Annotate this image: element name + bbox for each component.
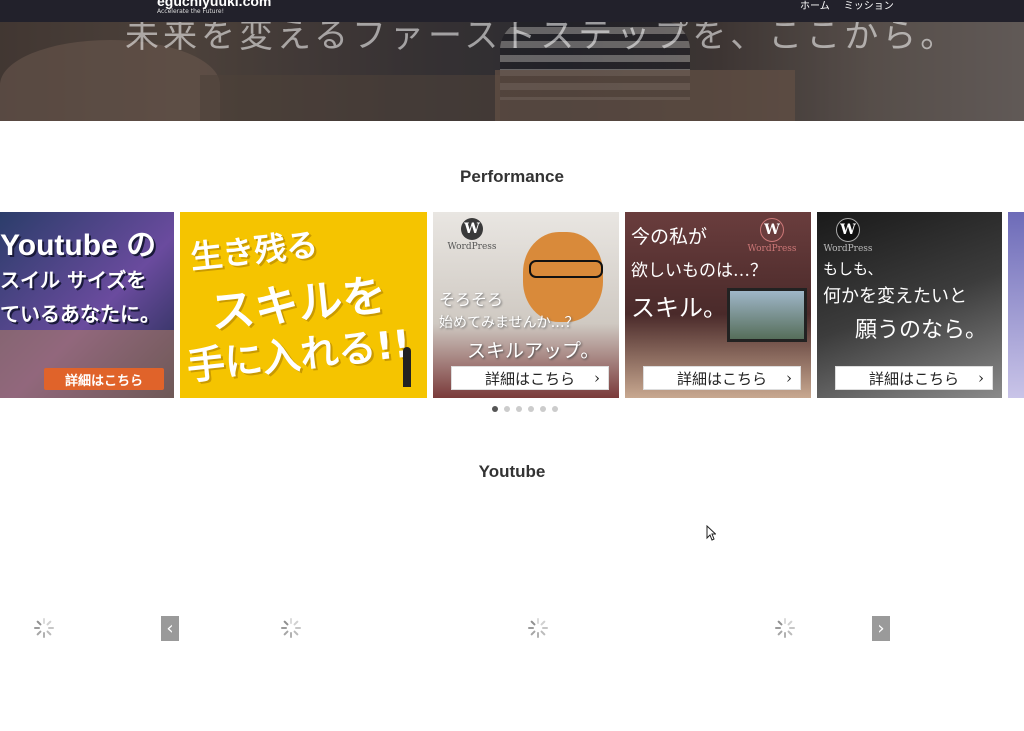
nav-link-home[interactable]: ホーム [800, 0, 830, 12]
carousel-dot[interactable] [504, 406, 510, 412]
slide-dog-line2: 始めてみませんか…？ [439, 315, 579, 331]
spinner-spoke [542, 627, 548, 629]
wordpress-icon: W [836, 218, 860, 242]
spinner-spoke [43, 632, 45, 638]
carousel-dot[interactable] [540, 406, 546, 412]
slide-wordpress-keyboard[interactable]: W WordPress もしも、 何かを変えたいと 願うのなら。 詳細はこちら › [817, 212, 1002, 398]
mouse-cursor-icon [706, 525, 716, 541]
youtube-prev-button[interactable]: ‹ [161, 616, 179, 641]
slide-youtube-cta[interactable]: 詳細はこちら [44, 368, 164, 390]
spinner-spoke [528, 627, 534, 629]
youtube-next-button[interactable]: › [872, 616, 890, 641]
spinner-spoke [784, 632, 786, 638]
spinner-spoke [290, 632, 292, 638]
slide-dog-line1: そろそろ [439, 290, 504, 309]
carousel-dot[interactable] [528, 406, 534, 412]
slide-keyboard-cta[interactable]: 詳細はこちら › [835, 366, 993, 390]
spinner-spoke [537, 618, 539, 624]
slide-laptop-line1: 今の私が [631, 226, 708, 248]
slide-dog-line3: スキルアップ。 [467, 340, 600, 362]
slide-wordpress-dog[interactable]: W WordPress そろそろ 始めてみませんか…？ スキルアップ。 詳細はこち… [433, 212, 619, 398]
spinner-spoke [787, 620, 793, 626]
spinner-spoke [293, 620, 299, 626]
spinner-spoke [290, 618, 292, 624]
spinner-spoke [295, 627, 301, 629]
spinner-spoke [530, 630, 536, 636]
spinner-spoke [36, 620, 42, 626]
loading-spinner-icon [34, 618, 54, 638]
slide-youtube-line2: スイル サイズを [0, 268, 147, 292]
spinner-spoke [34, 627, 40, 629]
spinner-spoke [784, 618, 786, 624]
wordpress-icon: W [461, 218, 483, 240]
slide-laptop-line2: 欲しいものは…？ [631, 261, 767, 281]
carousel-dot[interactable] [492, 406, 498, 412]
site-logo-tagline: Accelerate the Future! [157, 8, 225, 15]
slide-laptop-screen [727, 288, 807, 342]
nav-link-mission[interactable]: ミッション [844, 0, 894, 12]
spinner-spoke [36, 630, 42, 636]
carousel-dot[interactable] [552, 406, 558, 412]
slide-yellow-person [403, 347, 411, 387]
spinner-spoke [777, 620, 783, 626]
spinner-spoke [775, 627, 781, 629]
slide-dog-brand: W WordPress [437, 218, 507, 252]
chevron-right-icon: › [594, 369, 600, 387]
slide-youtube-line3: ているあなたに。 [0, 302, 160, 326]
loading-spinner-icon [528, 618, 548, 638]
spinner-spoke [283, 620, 289, 626]
loading-spinner-icon [281, 618, 301, 638]
spinner-spoke [540, 620, 546, 626]
slide-youtube[interactable]: Youtube の スイル サイズを ているあなたに。 詳細はこちら [0, 212, 174, 398]
spinner-spoke [281, 627, 287, 629]
wordpress-icon: W [760, 218, 784, 242]
slide-keyboard-line1: もしも、 [823, 260, 883, 278]
slide-keyboard-brand: W WordPress [817, 218, 883, 254]
top-nav: eguchiyuuki.com Accelerate the Future! ホ… [0, 0, 1024, 22]
slide-wordpress-laptop[interactable]: W WordPress 今の私が 欲しいものは…？ スキル。 詳細はこちら › [625, 212, 811, 398]
slide-youtube-line1: Youtube の [0, 229, 157, 262]
performance-heading: Performance [460, 167, 564, 186]
spinner-spoke [777, 630, 783, 636]
spinner-spoke [787, 630, 793, 636]
chevron-right-icon: › [786, 369, 792, 387]
chevron-right-icon: › [978, 369, 984, 387]
spinner-spoke [537, 632, 539, 638]
spinner-spoke [789, 627, 795, 629]
slide-dog-cta[interactable]: 詳細はこちら › [451, 366, 609, 390]
slide-skills-yellow[interactable]: 生き残る スキルを 手に入れる!! [180, 212, 427, 398]
slide-partial-next[interactable] [1008, 212, 1024, 398]
spinner-spoke [283, 630, 289, 636]
spinner-spoke [46, 620, 52, 626]
slide-dog-glasses [529, 260, 603, 278]
slide-keyboard-line3: 願うのなら。 [855, 318, 988, 343]
spinner-spoke [48, 627, 54, 629]
slide-laptop-line3: スキル。 [631, 294, 727, 322]
slide-laptop-brand: W WordPress [737, 218, 807, 254]
spinner-spoke [46, 630, 52, 636]
spinner-spoke [530, 620, 536, 626]
youtube-heading: Youtube [478, 462, 546, 481]
spinner-spoke [540, 630, 546, 636]
carousel-dots [492, 406, 558, 412]
nav-links: ホーム ミッション [800, 0, 894, 12]
spinner-spoke [293, 630, 299, 636]
spinner-spoke [43, 618, 45, 624]
loading-spinner-icon [775, 618, 795, 638]
carousel-dot[interactable] [516, 406, 522, 412]
slide-laptop-cta[interactable]: 詳細はこちら › [643, 366, 801, 390]
slide-keyboard-line2: 何かを変えたいと [823, 286, 967, 307]
